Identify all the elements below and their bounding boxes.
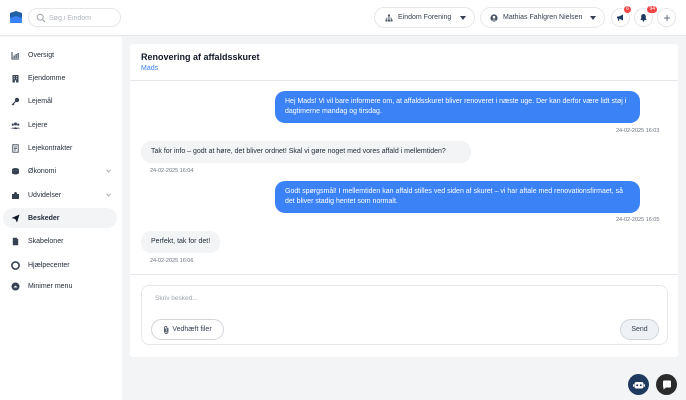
top-bar: Eindom Forening Mathias Fahlgren Nielsen… [0, 0, 686, 36]
paperclip-icon [164, 325, 169, 334]
bell-icon [640, 14, 647, 22]
conversation-title: Renovering af affaldsskuret [141, 52, 260, 62]
organization-selector[interactable]: Eindom Forening [374, 7, 475, 28]
sidebar-item-label: Lejemål [28, 97, 53, 105]
composer-divider [130, 274, 678, 275]
sidebar-item-label: Oversigt [28, 51, 55, 59]
message-incoming: Tak for info – godt at høre, det bliver … [141, 141, 471, 163]
support-chat-button[interactable] [656, 374, 677, 395]
message-timestamp: 24-02-2025 16:05 [616, 217, 660, 223]
conversation-participant[interactable]: Mads [141, 65, 158, 72]
key-icon [11, 97, 20, 105]
file-icon [12, 237, 19, 245]
sidebar: Oversigt Ejendomme Lejemål Lejere Lejeko… [0, 37, 122, 400]
paper-plane-icon [11, 214, 20, 222]
puzzle-icon [12, 191, 19, 199]
sidebar-item-lejemaal[interactable]: Lejemål [3, 91, 117, 111]
message-composer: Vedhæft filer Send [141, 285, 668, 345]
robot-icon [632, 381, 645, 388]
building-icon [12, 74, 19, 82]
sidebar-item-oekonomi[interactable]: Økonomi [3, 161, 117, 181]
coins-icon [12, 167, 19, 174]
sidebar-item-lejere[interactable]: Lejere [3, 115, 117, 135]
sidebar-item-hjaelpecenter[interactable]: Hjælpecenter [3, 255, 117, 275]
notifications-badge: 94 [647, 6, 657, 13]
message-timestamp: 24-02-2025 16:04 [150, 168, 194, 174]
document-icon [12, 143, 19, 153]
search-input[interactable] [49, 11, 117, 25]
sidebar-item-label: Beskeder [28, 214, 60, 222]
message-outgoing: Godt spørgsmål! I mellemtiden kan affald… [275, 181, 640, 213]
conversation-header: Renovering af affaldsskuret Mads [130, 44, 678, 81]
attach-files-label: Vedhæft filer [172, 326, 212, 333]
chevron-down-icon [106, 169, 111, 173]
sidebar-item-label: Hjælpecenter [28, 261, 70, 269]
sidebar-item-label: Skabeloner [28, 237, 64, 245]
conversation-panel: Renovering af affaldsskuret Mads Hej Mad… [130, 44, 678, 357]
search-icon [36, 13, 46, 23]
caret-down-icon [460, 16, 466, 20]
search-box[interactable] [28, 8, 121, 27]
announcements-badge: 6 [624, 6, 631, 13]
user-circle-icon [490, 13, 498, 22]
user-selector[interactable]: Mathias Fahlgren Nielsen [480, 7, 605, 28]
chart-icon [11, 51, 19, 59]
announcements-button[interactable]: 6 [611, 6, 631, 27]
sidebar-item-udvidelser[interactable]: Udvidelser [3, 185, 117, 205]
send-button[interactable]: Send [620, 319, 659, 340]
sidebar-item-minimer-menu[interactable]: Minimer menu [3, 276, 117, 296]
sidebar-item-ejendomme[interactable]: Ejendomme [3, 68, 117, 88]
message-timestamp: 24-02-2025 16:06 [150, 258, 194, 264]
sidebar-item-label: Minimer menu [28, 282, 73, 290]
sidebar-item-label: Økonomi [28, 167, 57, 175]
users-icon [11, 122, 20, 129]
notifications-button[interactable]: 94 [634, 6, 657, 27]
message-input[interactable] [155, 295, 555, 307]
sidebar-item-label: Ejendomme [28, 74, 66, 82]
message-incoming: Perfekt, tak for det! [141, 231, 221, 253]
caret-down-icon [590, 16, 596, 20]
organization-name: Eindom Forening [398, 14, 452, 21]
assistant-bot-button[interactable] [628, 374, 649, 395]
collapse-icon [11, 282, 20, 290]
eindom-logo-icon[interactable] [9, 10, 23, 24]
sidebar-item-oversigt[interactable]: Oversigt [3, 45, 117, 65]
message-timestamp: 24-02-2025 16:03 [616, 128, 660, 134]
chevron-down-icon [106, 193, 111, 197]
message-outgoing: Hej Mads! Vi vil bare informere om, at a… [275, 91, 640, 123]
sidebar-item-label: Lejekontrakter [28, 144, 73, 152]
sidebar-item-skabeloner[interactable]: Skabeloner [3, 231, 117, 251]
user-name: Mathias Fahlgren Nielsen [503, 14, 583, 21]
sidebar-item-label: Lejere [28, 121, 48, 129]
sidebar-item-beskeder[interactable]: Beskeder [3, 208, 117, 228]
sidebar-item-label: Udvidelser [28, 191, 62, 199]
megaphone-icon [617, 14, 623, 21]
plus-icon [663, 14, 670, 21]
chat-bubble-icon [662, 380, 671, 389]
sidebar-item-lejekontrakter[interactable]: Lejekontrakter [3, 138, 117, 158]
attach-files-button[interactable]: Vedhæft filer [151, 319, 224, 340]
sitemap-icon [385, 14, 393, 21]
lifebuoy-icon [11, 260, 20, 270]
add-button[interactable] [657, 8, 676, 27]
